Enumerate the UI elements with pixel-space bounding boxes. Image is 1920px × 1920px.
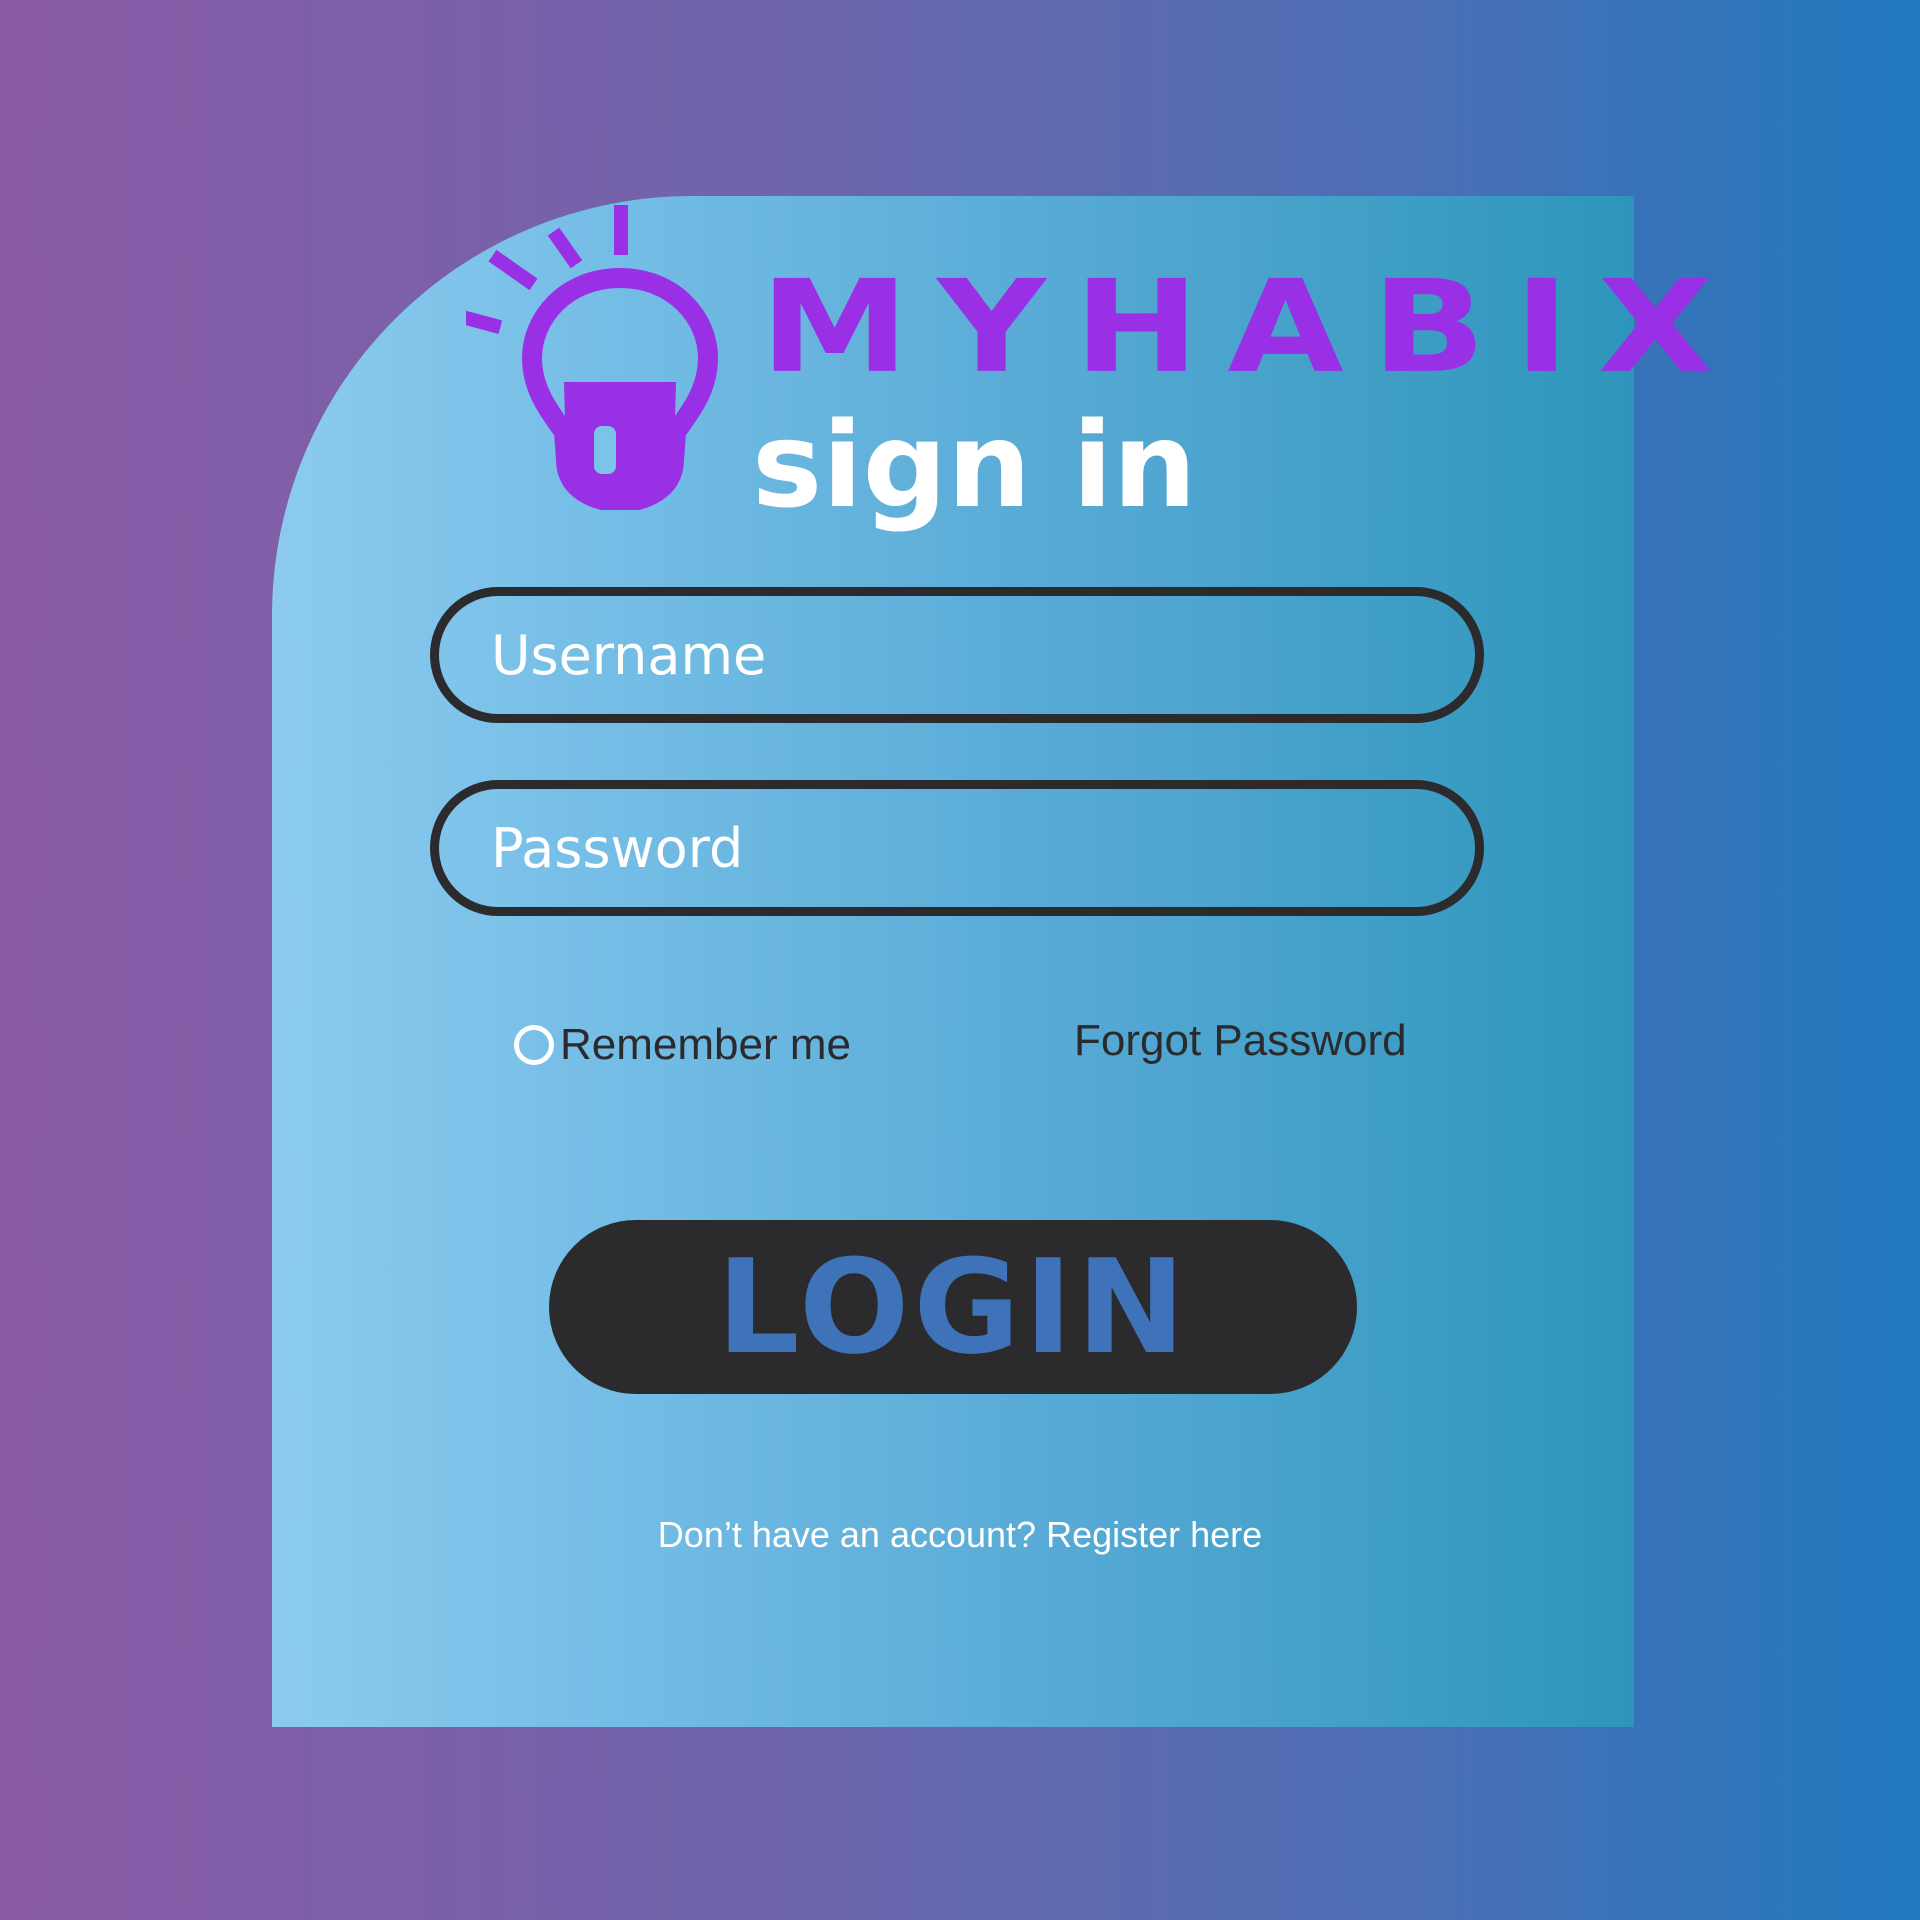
register-prompt: Don’t have an account? Register here — [0, 1514, 1920, 1556]
brand-name: MYHABIX — [760, 253, 1742, 402]
bulb-slot — [594, 426, 616, 474]
light-ray — [466, 310, 503, 334]
login-button[interactable]: LOGIN — [549, 1220, 1357, 1394]
light-ray — [547, 227, 583, 269]
username-field[interactable] — [430, 587, 1484, 723]
password-input[interactable] — [439, 789, 1475, 907]
register-prompt-text: Don’t have an account? — [657, 1514, 1037, 1555]
bulb-base — [564, 382, 676, 502]
remember-me-radio[interactable] — [514, 1025, 554, 1065]
forgot-password-link[interactable]: Forgot Password — [1074, 1016, 1407, 1066]
remember-me-option[interactable]: Remember me — [514, 1020, 851, 1070]
remember-me-label: Remember me — [560, 1020, 851, 1069]
page-title: sign in — [752, 396, 1197, 534]
password-field[interactable] — [430, 780, 1484, 916]
login-button-label: LOGIN — [716, 1231, 1190, 1383]
light-ray — [614, 205, 628, 255]
light-ray — [488, 249, 538, 291]
register-link[interactable]: Register here — [1046, 1514, 1262, 1555]
username-input[interactable] — [439, 596, 1475, 714]
lightbulb-icon — [466, 205, 719, 510]
